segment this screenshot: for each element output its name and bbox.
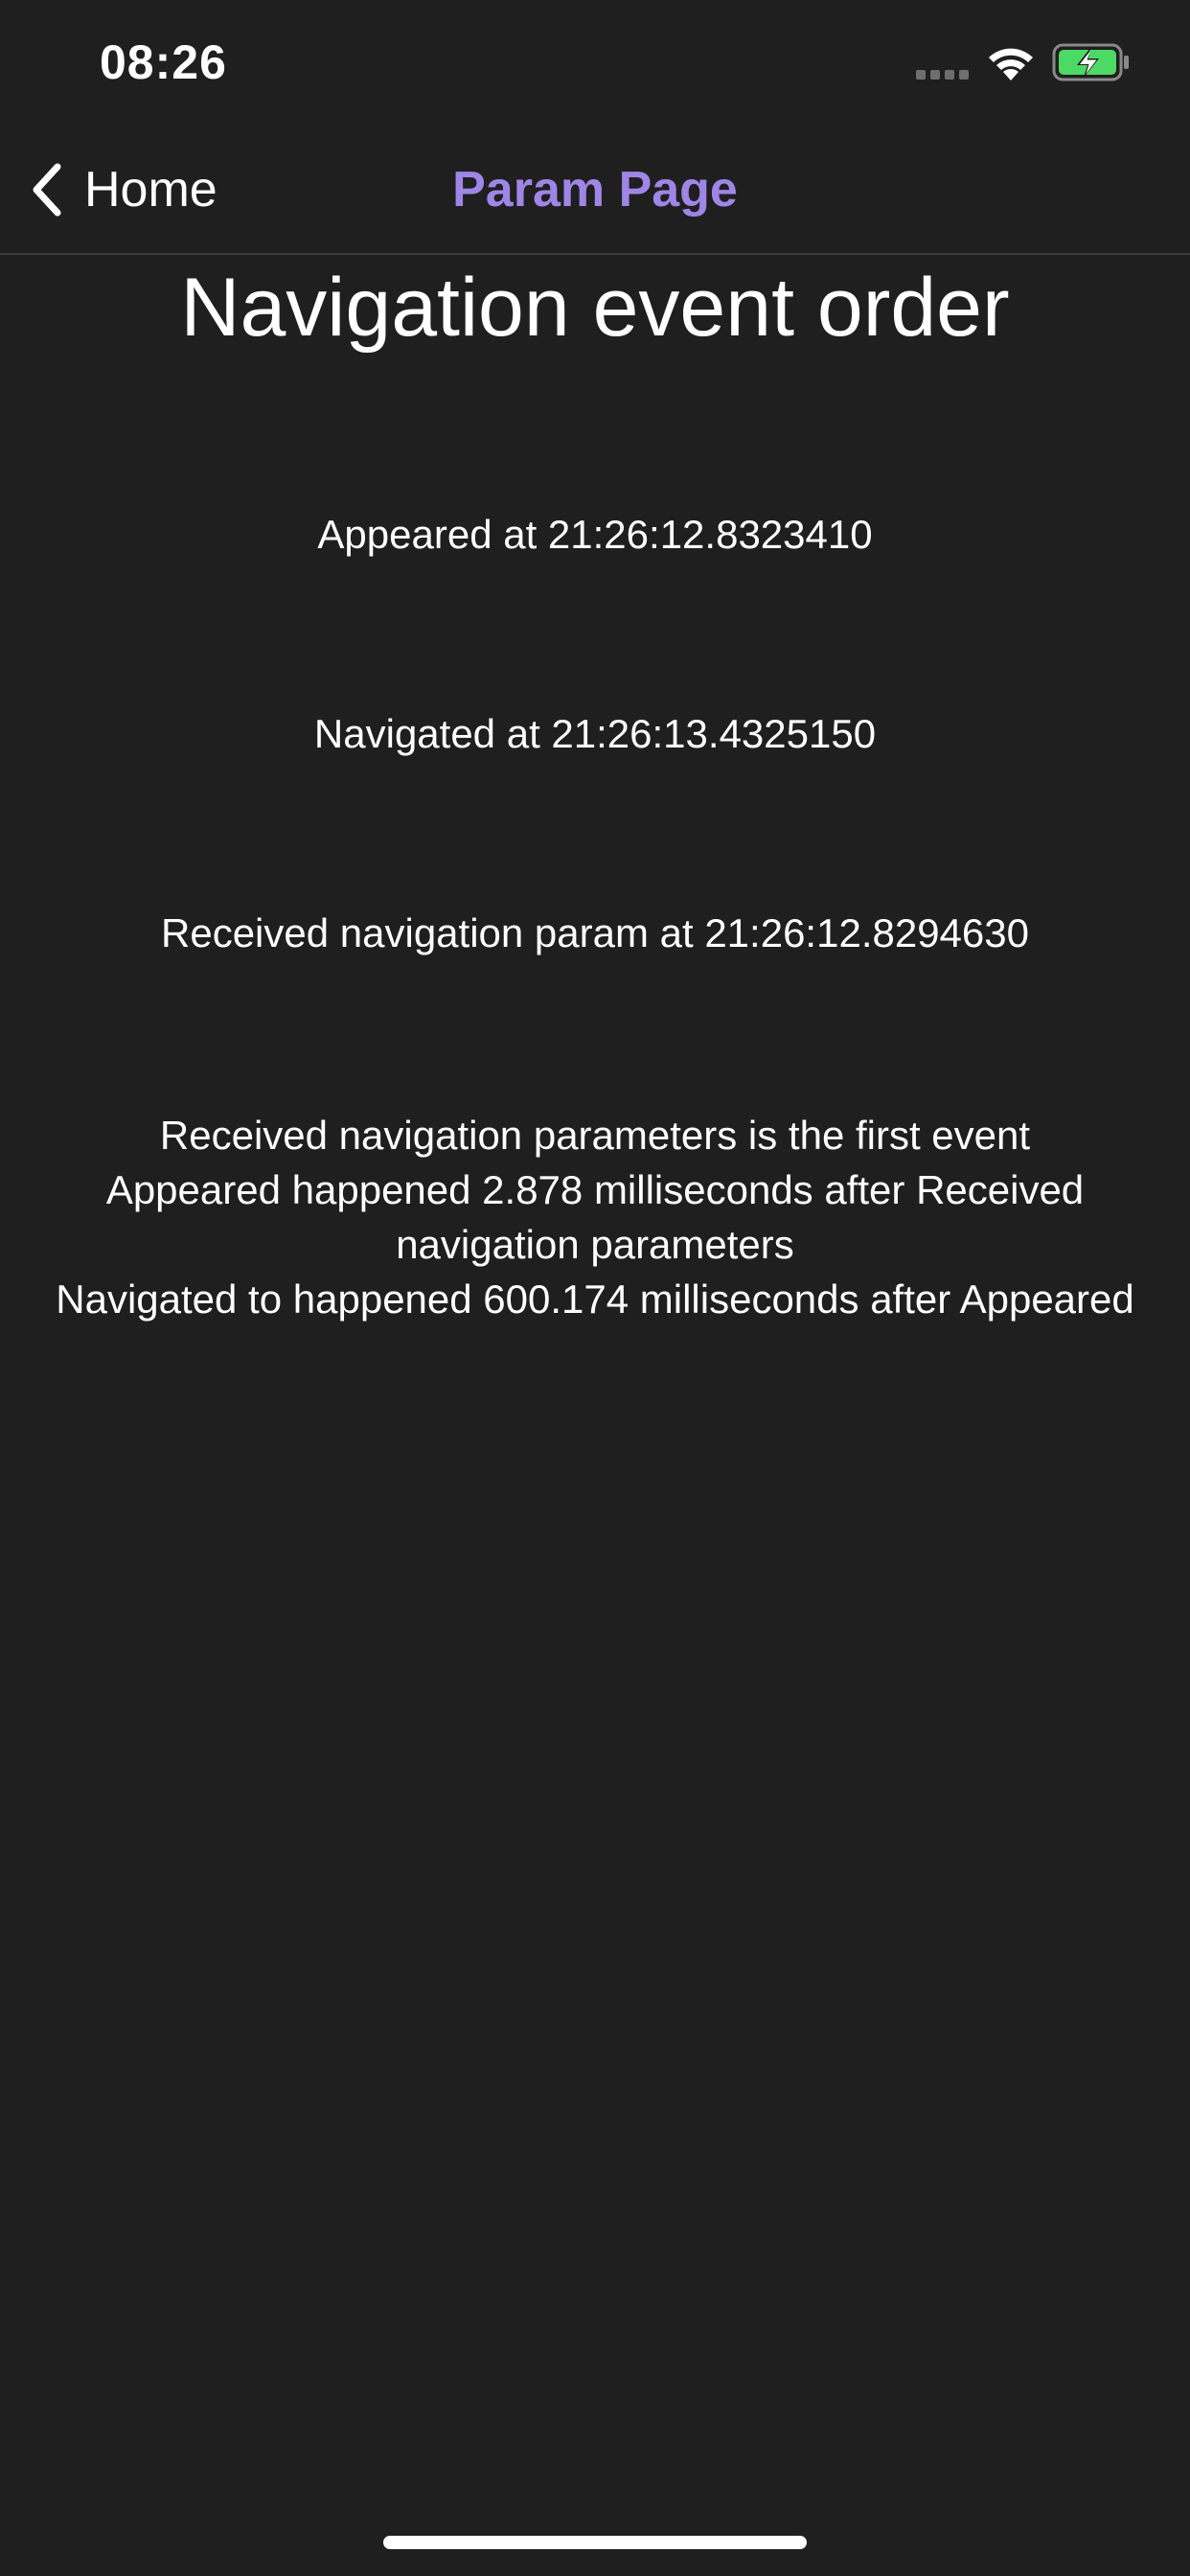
summary-line-appeared-delta: Appeared happened 2.878 milliseconds aft…	[105, 1167, 1085, 1267]
status-time: 08:26	[100, 35, 227, 89]
battery-charging-icon	[1052, 43, 1129, 81]
summary-line-first-event: Received navigation parameters is the fi…	[159, 1113, 1031, 1158]
event-order-summary: Received navigation parameters is the fi…	[0, 1108, 1190, 1326]
home-indicator[interactable]	[383, 2536, 807, 2549]
signal-dots-icon	[916, 70, 969, 80]
summary-line-navigated-delta: Navigated to happened 600.174 millisecon…	[56, 1276, 1134, 1322]
received-param-event-text: Received navigation param at 21:26:12.82…	[161, 910, 1029, 955]
appeared-event-text: Appeared at 21:26:12.8323410	[317, 512, 873, 557]
navigated-event-text: Navigated at 21:26:13.4325150	[313, 711, 877, 756]
status-bar: 08:26	[0, 0, 1190, 125]
wifi-icon	[989, 48, 1033, 80]
page-title: Param Page	[452, 162, 738, 218]
navigation-bar: Home Param Page	[0, 125, 1190, 255]
page-heading: Navigation event order	[180, 262, 1010, 354]
